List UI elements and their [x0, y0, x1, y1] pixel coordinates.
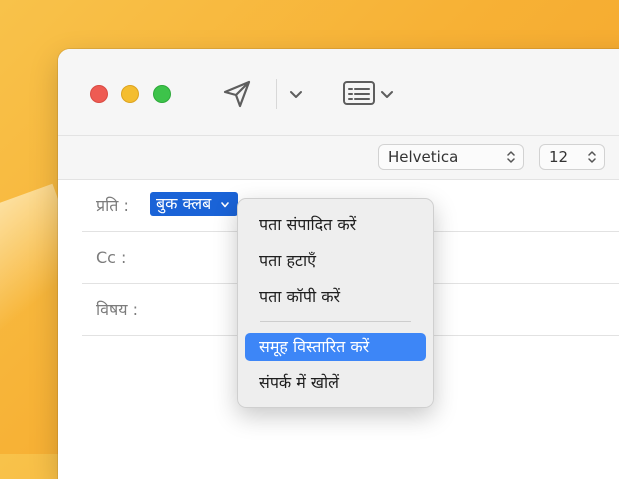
chevron-down-icon[interactable]: [379, 87, 395, 101]
cc-label: Cc :: [96, 248, 127, 267]
recipient-context-menu: पता संपादित करें पता हटाएँ पता कॉपी करें…: [237, 198, 434, 408]
menu-item-copy-address[interactable]: पता कॉपी करें: [245, 283, 426, 311]
menu-item-expand-group[interactable]: समूह विस्तारित करें: [245, 333, 426, 361]
close-button[interactable]: [90, 85, 108, 103]
up-down-arrows-icon: [588, 151, 596, 163]
menu-item-open-in-contacts[interactable]: संपर्क में खोलें: [245, 369, 426, 397]
font-size-select[interactable]: 12: [539, 144, 605, 170]
chevron-down-icon: [221, 201, 230, 207]
format-bar: Helvetica 12: [58, 136, 619, 180]
recipient-name: बुक क्लब: [156, 194, 212, 213]
up-down-arrows-icon: [507, 151, 515, 163]
subject-label: विषय :: [96, 300, 139, 319]
menu-item-edit-address[interactable]: पता संपादित करें: [245, 211, 426, 239]
minimize-button[interactable]: [121, 85, 139, 103]
chevron-down-icon[interactable]: [288, 87, 304, 101]
paper-plane-icon[interactable]: [221, 79, 253, 109]
menu-item-remove-address[interactable]: पता हटाएँ: [245, 247, 426, 275]
font-size-value: 12: [549, 148, 569, 166]
header-fields-icon[interactable]: [342, 79, 376, 107]
font-family-select[interactable]: Helvetica: [378, 144, 524, 170]
font-family-value: Helvetica: [388, 148, 459, 166]
zoom-button[interactable]: [153, 85, 171, 103]
menu-separator: [260, 321, 411, 322]
recipient-token[interactable]: बुक क्लब: [150, 192, 239, 216]
to-label: प्रति :: [96, 196, 129, 215]
toolbar-divider: [276, 79, 277, 109]
toolbar: [58, 49, 619, 136]
